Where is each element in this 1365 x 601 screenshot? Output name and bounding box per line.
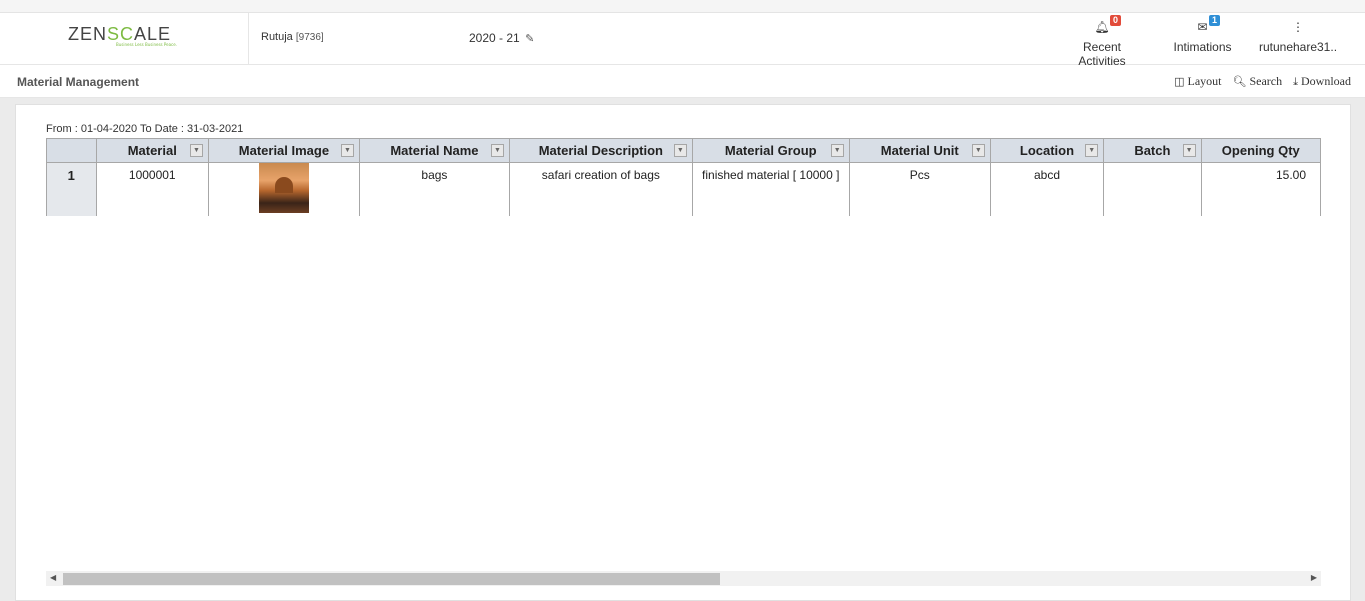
download-icon: ⤓ [1293, 75, 1298, 88]
table-row[interactable]: 1 1000001 bags safari creation of bags f… [46, 162, 1321, 216]
column-header-label: Material Name [390, 143, 479, 158]
envelope-icon: ✉ 1 [1170, 15, 1235, 40]
table-header-row: Material ▼ Material Image ▼ Material Name ▼… [46, 138, 1321, 163]
column-header-opening-qty[interactable]: Opening Qty [1200, 138, 1321, 163]
logo-text-pre: ZEN [68, 24, 107, 44]
column-header-label: Material Image [238, 143, 330, 158]
report-panel: From : 01-04-2020 To Date : 31-03-2021 M… [15, 104, 1351, 601]
row-number: 1 [46, 162, 97, 216]
column-header-batch[interactable]: Batch ▼ [1103, 138, 1202, 163]
logo-tagline: Business Less Business Peace. [116, 42, 177, 47]
cell-opening-qty[interactable]: 15.00 [1200, 162, 1321, 216]
column-header-label: Batch [1134, 143, 1171, 158]
filter-icon[interactable]: ▼ [830, 144, 844, 157]
toolbar-actions: ◫ Layout 🔍︎ Search ⤓ Download [1166, 74, 1351, 89]
filter-icon[interactable]: ▼ [971, 144, 985, 157]
filter-icon[interactable]: ▼ [490, 144, 504, 157]
column-header-label: Material Group [724, 143, 817, 158]
cell-location[interactable]: abcd [989, 162, 1105, 216]
cell-material-group[interactable]: finished material [ 10000 ] [691, 162, 850, 216]
column-header-material[interactable]: Material ▼ [95, 138, 209, 163]
report-table-container: Material ▼ Material Image ▼ Material Name ▼… [46, 138, 1321, 216]
cell-material-unit[interactable]: Pcs [848, 162, 991, 216]
material-thumbnail-image[interactable] [258, 163, 309, 213]
company-selector[interactable]: Rutuja [9736] [261, 31, 324, 43]
page-title: Material Management [17, 75, 140, 89]
browser-top-strip [0, 0, 1365, 13]
page-subbar: Material Management ◫ Layout 🔍︎ Search ⤓ Do… [0, 65, 1365, 98]
date-range: From : 01-04-2020 To Date : 31-03-2021 [46, 123, 244, 135]
search-button[interactable]: 🔍︎ Search [1233, 74, 1283, 88]
financial-year[interactable]: 2020 - 21 ✎ [469, 31, 534, 45]
filter-icon[interactable]: ▼ [189, 144, 203, 157]
cell-material-name[interactable]: bags [358, 162, 510, 216]
search-label: Search [1249, 74, 1283, 88]
kebab-menu-icon: ⋮ [1292, 20, 1304, 34]
intimations-button[interactable]: ✉ 1 Intimations [1170, 13, 1235, 65]
logo-text-post: ALE [134, 24, 172, 44]
bell-icon: 🔔︎ 0 [1058, 15, 1146, 40]
column-header-label: Opening Qty [1221, 143, 1300, 158]
cell-material[interactable]: 1000001 [95, 162, 209, 216]
workspace: From : 01-04-2020 To Date : 31-03-2021 M… [0, 98, 1365, 601]
company-code: [9736] [295, 32, 324, 43]
filter-icon[interactable]: ▼ [340, 144, 354, 157]
row-number-header [46, 138, 97, 163]
recent-activities-label: Recent Activities [1078, 40, 1126, 68]
cell-batch[interactable] [1103, 162, 1202, 216]
column-header-label: Material Unit [880, 143, 959, 158]
column-header-label: Location [1019, 143, 1075, 158]
search-icon: 🔍︎ [1232, 75, 1247, 88]
layout-label: Layout [1187, 74, 1222, 88]
user-menu-button[interactable]: ⋮ rutunehare31.. [1256, 13, 1340, 65]
column-header-material-group[interactable]: Material Group ▼ [691, 138, 850, 163]
columns-icon: ◫ [1174, 75, 1185, 88]
intimations-badge: 1 [1209, 15, 1221, 26]
edit-icon[interactable]: ✎ [525, 33, 534, 45]
column-header-label: Material Description [538, 143, 663, 158]
column-header-material-description[interactable]: Material Description ▼ [508, 138, 693, 163]
material-table: Material ▼ Material Image ▼ Material Name ▼… [46, 138, 1321, 216]
app-header: ZENSCALE Business Less Business Peace. R… [0, 13, 1365, 68]
intimations-label: Intimations [1173, 40, 1232, 54]
horizontal-scrollbar[interactable]: ◀ ▶ [46, 571, 1321, 586]
user-name: rutunehare31.. [1258, 40, 1338, 54]
filter-icon[interactable]: ▼ [673, 144, 687, 157]
layout-button[interactable]: ◫ Layout [1174, 74, 1221, 88]
column-header-material-image[interactable]: Material Image ▼ [207, 138, 360, 163]
scroll-left-icon[interactable]: ◀ [50, 573, 56, 582]
column-header-material-name[interactable]: Material Name ▼ [358, 138, 510, 163]
download-label: Download [1301, 74, 1351, 88]
recent-activities-badge: 0 [1110, 15, 1122, 26]
filter-icon[interactable]: ▼ [1182, 144, 1196, 157]
column-header-location[interactable]: Location ▼ [989, 138, 1105, 163]
company-name: Rutuja [261, 31, 293, 43]
cell-material-image[interactable] [207, 162, 360, 216]
recent-activities-button[interactable]: 🔔︎ 0 Recent Activities [1058, 13, 1146, 68]
financial-year-label: 2020 - 21 [469, 31, 520, 45]
scrollbar-thumb[interactable] [63, 573, 720, 585]
scroll-right-icon[interactable]: ▶ [1311, 573, 1317, 582]
logo-text-accent: SC [107, 24, 135, 44]
cell-material-description[interactable]: safari creation of bags [508, 162, 693, 216]
download-button[interactable]: ⤓ Download [1293, 74, 1351, 88]
column-header-label: Material [127, 143, 177, 158]
filter-icon[interactable]: ▼ [1085, 144, 1099, 157]
column-header-material-unit[interactable]: Material Unit ▼ [848, 138, 991, 163]
logo-area[interactable]: ZENSCALE Business Less Business Peace. [0, 13, 249, 65]
